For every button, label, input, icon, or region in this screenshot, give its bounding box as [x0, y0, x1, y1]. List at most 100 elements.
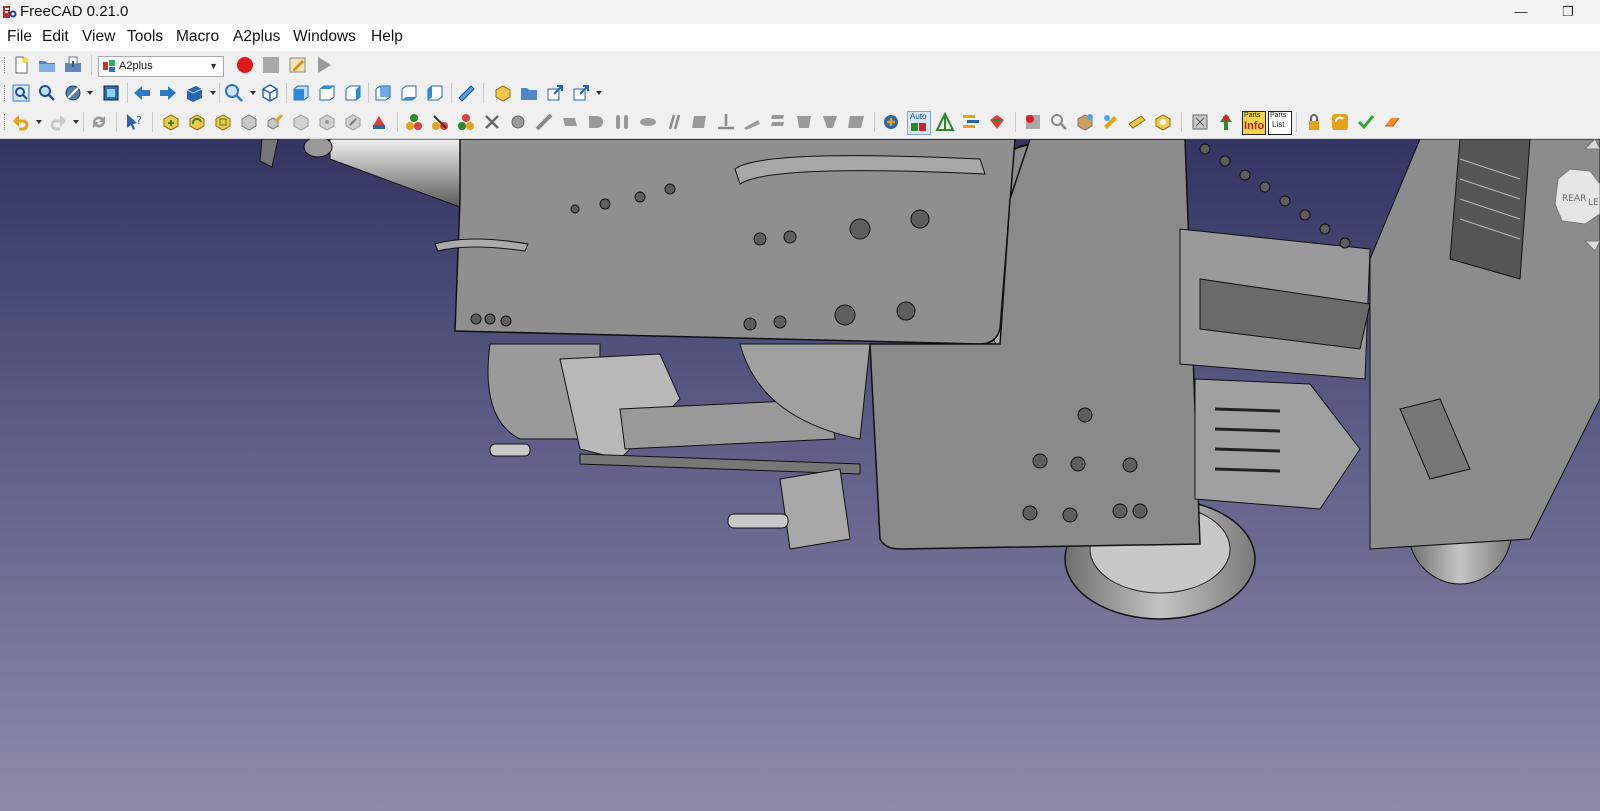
- parts-info-button[interactable]: Parts Info: [1242, 111, 1266, 135]
- link-make-icon[interactable]: [545, 83, 565, 103]
- a2p-import-part-icon[interactable]: [161, 112, 181, 132]
- menu-tools[interactable]: Tools: [127, 28, 163, 46]
- locomotive-model[interactable]: [0, 139, 1600, 811]
- navigate-forward-icon[interactable]: [158, 83, 178, 103]
- redo-icon[interactable]: [48, 112, 68, 132]
- axis-coincident-icon[interactable]: [612, 112, 632, 132]
- axis-plane-normal-icon[interactable]: [716, 112, 736, 132]
- menu-file[interactable]: File: [7, 28, 32, 46]
- draw-style-icon[interactable]: [63, 83, 83, 103]
- undo-icon[interactable]: [11, 112, 31, 132]
- view-top-icon[interactable]: [317, 83, 337, 103]
- macro-stop-icon[interactable]: [261, 55, 281, 75]
- menu-macro[interactable]: Macro: [176, 28, 219, 46]
- isolate-element-icon[interactable]: [987, 112, 1007, 132]
- menu-help[interactable]: Help: [371, 28, 403, 46]
- macro-record-icon[interactable]: [235, 55, 255, 75]
- cd-tree-icon[interactable]: [1216, 112, 1236, 132]
- workbench-selector[interactable]: A2plus ▼: [98, 56, 224, 77]
- partial-processing-icon[interactable]: [1023, 112, 1043, 132]
- a2p-delete-connections-icon[interactable]: [317, 112, 337, 132]
- bounding-box-icon[interactable]: [101, 83, 121, 103]
- macro-edit-icon[interactable]: [288, 55, 308, 75]
- circular-edge-icon[interactable]: [586, 112, 606, 132]
- view-front-icon[interactable]: [291, 83, 311, 103]
- link-actions-dropdown-icon[interactable]: [596, 91, 602, 95]
- a2p-solve-icon[interactable]: [881, 112, 901, 132]
- save-document-icon[interactable]: [63, 55, 83, 75]
- fit-all-icon[interactable]: [11, 83, 31, 103]
- a2p-edit-part-icon[interactable]: [265, 112, 285, 132]
- refresh-icon[interactable]: [89, 112, 109, 132]
- navcube-left-label[interactable]: LE: [1588, 198, 1599, 208]
- a2p-viewconnection-icon[interactable]: [343, 112, 363, 132]
- a2p-restore-transparency-icon[interactable]: [369, 112, 389, 132]
- show-part-icon[interactable]: [1049, 112, 1069, 132]
- new-document-icon[interactable]: [11, 55, 31, 75]
- menu-view[interactable]: View: [82, 28, 115, 46]
- view-bottom-icon[interactable]: [399, 83, 419, 103]
- auto-solve-toggle[interactable]: Auto: [907, 111, 931, 135]
- point-on-plane-icon[interactable]: [560, 112, 580, 132]
- toolbar-grip[interactable]: [4, 57, 8, 73]
- plane-coincident-icon[interactable]: [794, 112, 814, 132]
- axis-parallel-icon[interactable]: [664, 112, 684, 132]
- menu-a2plus[interactable]: A2plus: [233, 28, 280, 46]
- zoom-dropdown-icon[interactable]: [250, 91, 256, 95]
- a2p-update-imported-icon[interactable]: [187, 112, 207, 132]
- planes-parallel-icon[interactable]: [768, 112, 788, 132]
- draw-style-dropdown-icon[interactable]: [87, 91, 93, 95]
- measure-distance-icon[interactable]: [456, 83, 476, 103]
- a2p-constraint-dialog-icon[interactable]: [404, 112, 424, 132]
- a2p-convert-part-icon[interactable]: [239, 112, 259, 132]
- a2p-solver-icon[interactable]: [456, 112, 476, 132]
- open-document-icon[interactable]: [37, 55, 57, 75]
- label-visibility-icon[interactable]: [1127, 112, 1147, 132]
- a2p-duplicate-part-icon[interactable]: [213, 112, 233, 132]
- unconstrained-parts-icon[interactable]: [1101, 112, 1121, 132]
- flip-constraint-icon[interactable]: [935, 112, 955, 132]
- toolbar-grip[interactable]: [4, 114, 8, 130]
- angled-planes-icon[interactable]: [820, 112, 840, 132]
- undo-dropdown-icon[interactable]: [36, 120, 42, 124]
- show-connected-icon[interactable]: [1075, 112, 1095, 132]
- center-of-mass-icon[interactable]: [846, 112, 866, 132]
- toggle-transparency-icon[interactable]: [961, 112, 981, 132]
- navigation-cube[interactable]: REAR LE: [1540, 139, 1600, 259]
- axis-plane-parallel-icon[interactable]: [690, 112, 710, 132]
- zoom-icon[interactable]: [224, 83, 244, 103]
- macro-execute-icon[interactable]: [314, 55, 334, 75]
- parts-list-button[interactable]: Parts List: [1268, 111, 1292, 135]
- view-isometric-icon[interactable]: [260, 83, 280, 103]
- toolbar-grip[interactable]: [4, 85, 8, 101]
- point-on-line-icon[interactable]: [534, 112, 554, 132]
- axis-plane-angle-icon[interactable]: [742, 112, 762, 132]
- link-actions-icon[interactable]: [571, 83, 591, 103]
- create-group-icon[interactable]: [519, 83, 539, 103]
- point-identity-icon[interactable]: [508, 112, 528, 132]
- view-left-icon[interactable]: [425, 83, 445, 103]
- a2p-check-icon[interactable]: [1356, 112, 1376, 132]
- delete-constraint-icon[interactable]: [482, 112, 502, 132]
- create-part-icon[interactable]: [493, 83, 513, 103]
- view-rear-icon[interactable]: [373, 83, 393, 103]
- 3d-viewport[interactable]: REAR LE: [0, 139, 1600, 811]
- fit-selection-icon[interactable]: [37, 83, 57, 103]
- navcube-rear-label[interactable]: REAR: [1562, 194, 1586, 204]
- whats-this-icon[interactable]: ?: [124, 112, 144, 132]
- std-views-dropdown-icon[interactable]: [210, 91, 216, 95]
- simple-assembly-shape-icon[interactable]: [1190, 112, 1210, 132]
- restore-button[interactable]: ❐: [1545, 0, 1591, 24]
- convert-to-cad-icon[interactable]: [1153, 112, 1173, 132]
- a2p-clean-up-icon[interactable]: [1382, 112, 1402, 132]
- navigate-back-icon[interactable]: [132, 83, 152, 103]
- minimize-button[interactable]: —: [1498, 0, 1544, 24]
- redo-dropdown-icon[interactable]: [73, 120, 79, 124]
- a2p-move-part-icon[interactable]: [291, 112, 311, 132]
- axial-alignment-icon[interactable]: [638, 112, 658, 132]
- view-right-icon[interactable]: [343, 83, 363, 103]
- a2p-recompute-icon[interactable]: [1330, 112, 1350, 132]
- menu-edit[interactable]: Edit: [42, 28, 69, 46]
- a2p-lock-icon[interactable]: [1304, 112, 1324, 132]
- menu-windows[interactable]: Windows: [293, 28, 356, 46]
